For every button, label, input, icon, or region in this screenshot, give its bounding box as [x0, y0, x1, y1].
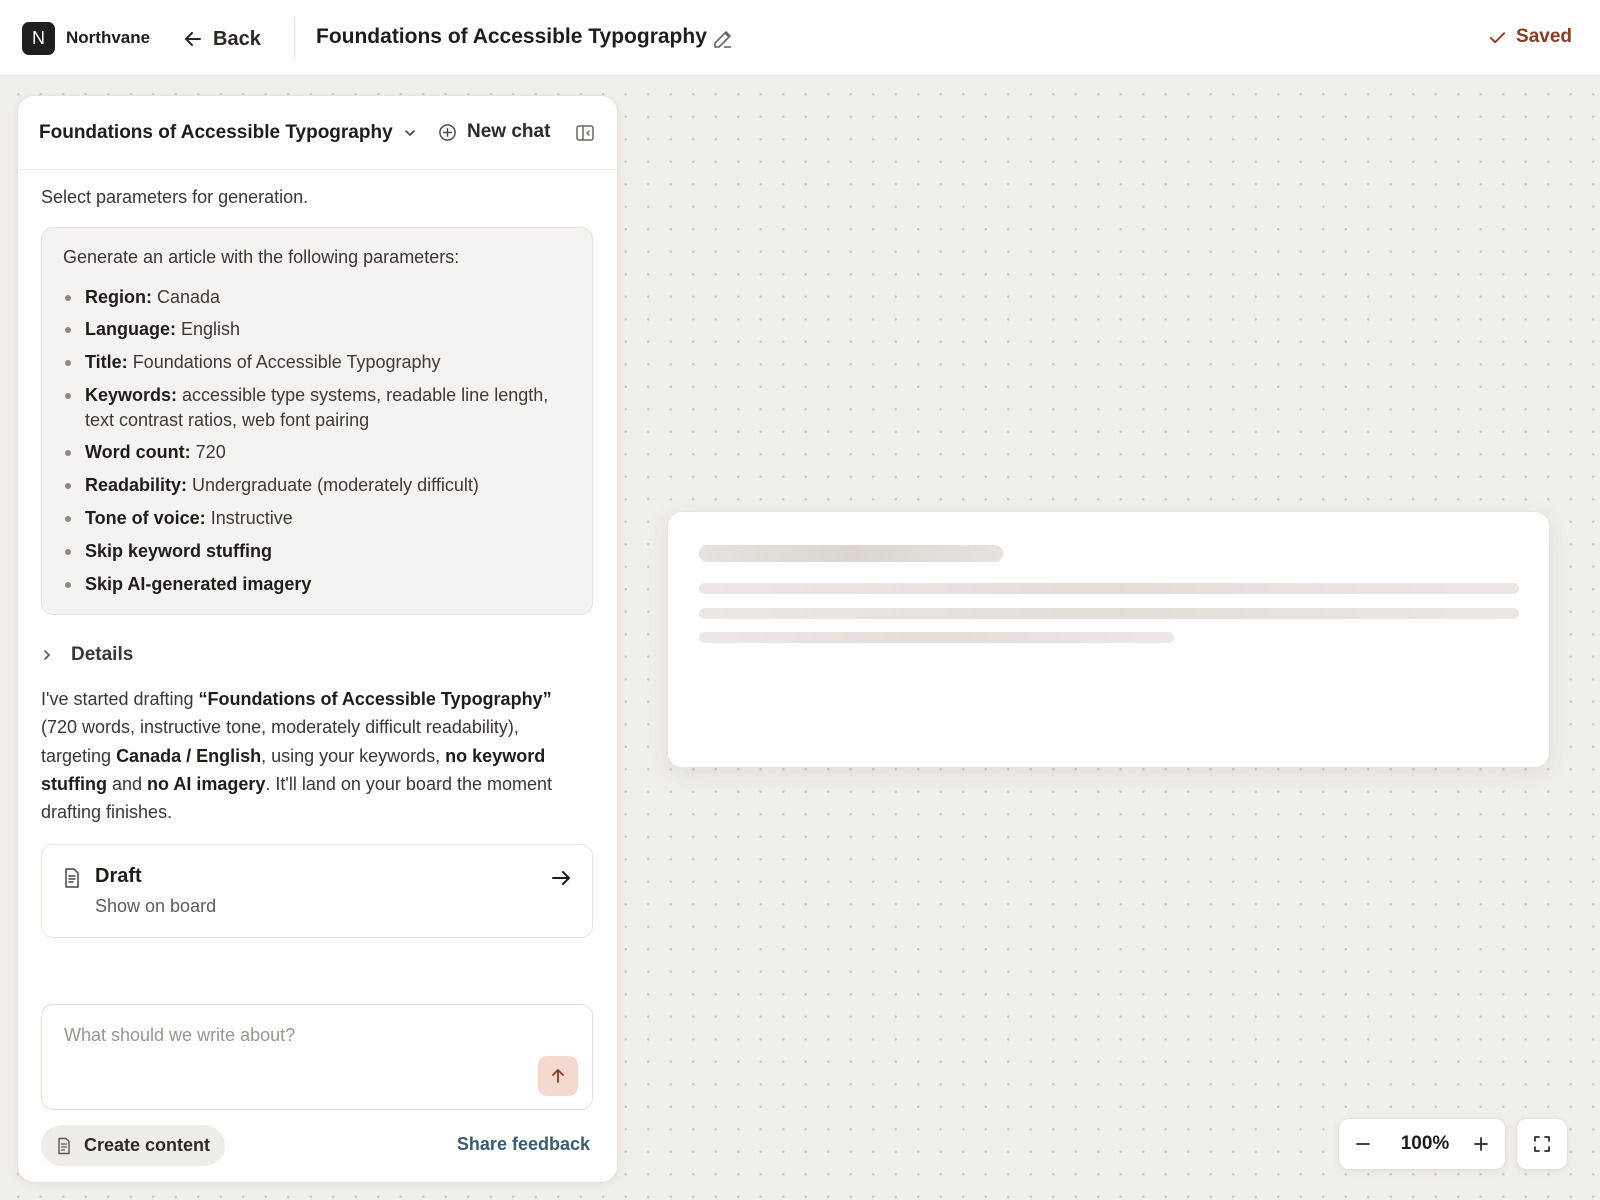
- create-content-button[interactable]: Create content: [41, 1125, 226, 1166]
- skeleton-line: [699, 632, 1174, 643]
- param-value: Canada: [157, 287, 221, 307]
- param-word-count: Word count: 720: [63, 440, 563, 465]
- send-button[interactable]: [538, 1056, 578, 1096]
- arrow-up-icon: [552, 1069, 564, 1083]
- param-skip-ai-imagery: Skip AI-generated imagery: [63, 572, 563, 597]
- draft-subtitle: Show on board: [95, 896, 217, 916]
- top-bar: N Northvane Back Foundations of Accessib…: [0, 0, 1600, 76]
- param-language: Language: English: [63, 317, 563, 342]
- pencil-icon[interactable]: [711, 27, 735, 51]
- prompt-input[interactable]: [64, 1025, 524, 1046]
- summary-text: and: [106, 773, 148, 794]
- header-divider: [294, 18, 295, 58]
- summary-emphasis: no AI imagery: [147, 773, 266, 794]
- new-chat-button[interactable]: New chat: [438, 121, 550, 143]
- document-icon: [58, 1137, 70, 1154]
- param-label: Readability:: [85, 475, 188, 495]
- fullscreen-button[interactable]: [1517, 1119, 1567, 1169]
- param-label: Skip AI-generated imagery: [85, 574, 312, 594]
- brand-name: Northvane: [66, 28, 151, 47]
- save-status: Saved: [1488, 26, 1572, 48]
- document-title: Foundations of Accessible Typography: [316, 25, 707, 48]
- param-value: Undergraduate (moderately difficult): [192, 475, 479, 495]
- plus-icon[interactable]: [1471, 1134, 1491, 1154]
- parameters-heading: Generate an article with the following p…: [63, 247, 460, 267]
- back-button[interactable]: Back: [183, 24, 261, 54]
- logo-letter: N: [32, 28, 45, 48]
- draft-title: Draft: [95, 865, 142, 887]
- param-label: Title:: [85, 352, 128, 372]
- chat-panel: Foundations of Accessible Typography New…: [18, 96, 617, 1182]
- details-toggle[interactable]: Details: [41, 644, 133, 666]
- param-value: 720: [195, 442, 226, 462]
- chevron-right-icon: [44, 650, 50, 660]
- chat-panel-header: Foundations of Accessible Typography New…: [18, 96, 617, 170]
- param-tone: Tone of voice: Instructive: [63, 506, 563, 531]
- document-icon: [65, 868, 79, 888]
- back-arrow-icon: [185, 32, 201, 46]
- param-label: Language:: [85, 319, 177, 339]
- chevron-down-icon: [404, 130, 415, 136]
- new-chat-label: New chat: [467, 121, 551, 142]
- param-label: Word count:: [85, 442, 191, 462]
- param-label: Keywords:: [85, 385, 178, 405]
- draft-placeholder-card[interactable]: [668, 512, 1549, 767]
- param-label: Tone of voice:: [85, 508, 206, 528]
- parameters-message: Generate an article with the following p…: [41, 227, 593, 615]
- param-value: Foundations of Accessible Typography: [132, 352, 441, 372]
- parameters-list: Region: Canada Language: English Title: …: [63, 285, 563, 597]
- saved-label: Saved: [1516, 26, 1572, 47]
- check-icon: [1489, 31, 1506, 43]
- skeleton-line: [699, 608, 1519, 619]
- summary-text: , using your keywords,: [261, 745, 446, 766]
- param-title: Title: Foundations of Accessible Typogra…: [63, 350, 563, 375]
- intro-text: Select parameters for generation.: [41, 187, 309, 207]
- share-feedback-link[interactable]: Share feedback: [457, 1134, 590, 1155]
- message-composer: [41, 1004, 593, 1110]
- summary-text: I've started drafting: [41, 689, 199, 709]
- plus-circle-icon: [439, 123, 456, 141]
- app-logo[interactable]: N: [22, 22, 55, 55]
- param-value: English: [181, 319, 241, 339]
- summary-emphasis: “Foundations of Accessible Typography”: [198, 689, 552, 709]
- param-label: Skip keyword stuffing: [85, 541, 273, 561]
- sidebar-collapse-icon[interactable]: [574, 122, 596, 144]
- draft-card[interactable]: Draft Show on board: [41, 844, 593, 938]
- param-readability: Readability: Undergraduate (moderately d…: [63, 473, 563, 498]
- param-region: Region: Canada: [63, 285, 563, 310]
- back-label: Back: [213, 27, 261, 50]
- chat-title-dropdown[interactable]: Foundations of Accessible Typography: [39, 122, 417, 144]
- chat-title: Foundations of Accessible Typography: [39, 122, 393, 143]
- param-label: Region:: [85, 287, 152, 307]
- assistant-summary: I've started drafting “Foundations of Ac…: [41, 685, 591, 826]
- param-skip-keyword-stuffing: Skip keyword stuffing: [63, 539, 563, 564]
- details-label: Details: [71, 644, 134, 665]
- zoom-level: 100%: [1400, 1133, 1450, 1154]
- fullscreen-icon: [1534, 1136, 1550, 1152]
- arrow-right-icon: [552, 871, 570, 885]
- param-keywords: Keywords: accessible type systems, reada…: [63, 383, 563, 433]
- minus-icon[interactable]: [1353, 1134, 1373, 1154]
- param-value: Instructive: [210, 508, 293, 528]
- create-content-label: Create content: [84, 1135, 211, 1155]
- skeleton-title: [699, 545, 1003, 562]
- summary-emphasis: Canada / English: [116, 745, 262, 766]
- skeleton-line: [699, 583, 1519, 594]
- zoom-controls: 100%: [1339, 1119, 1505, 1169]
